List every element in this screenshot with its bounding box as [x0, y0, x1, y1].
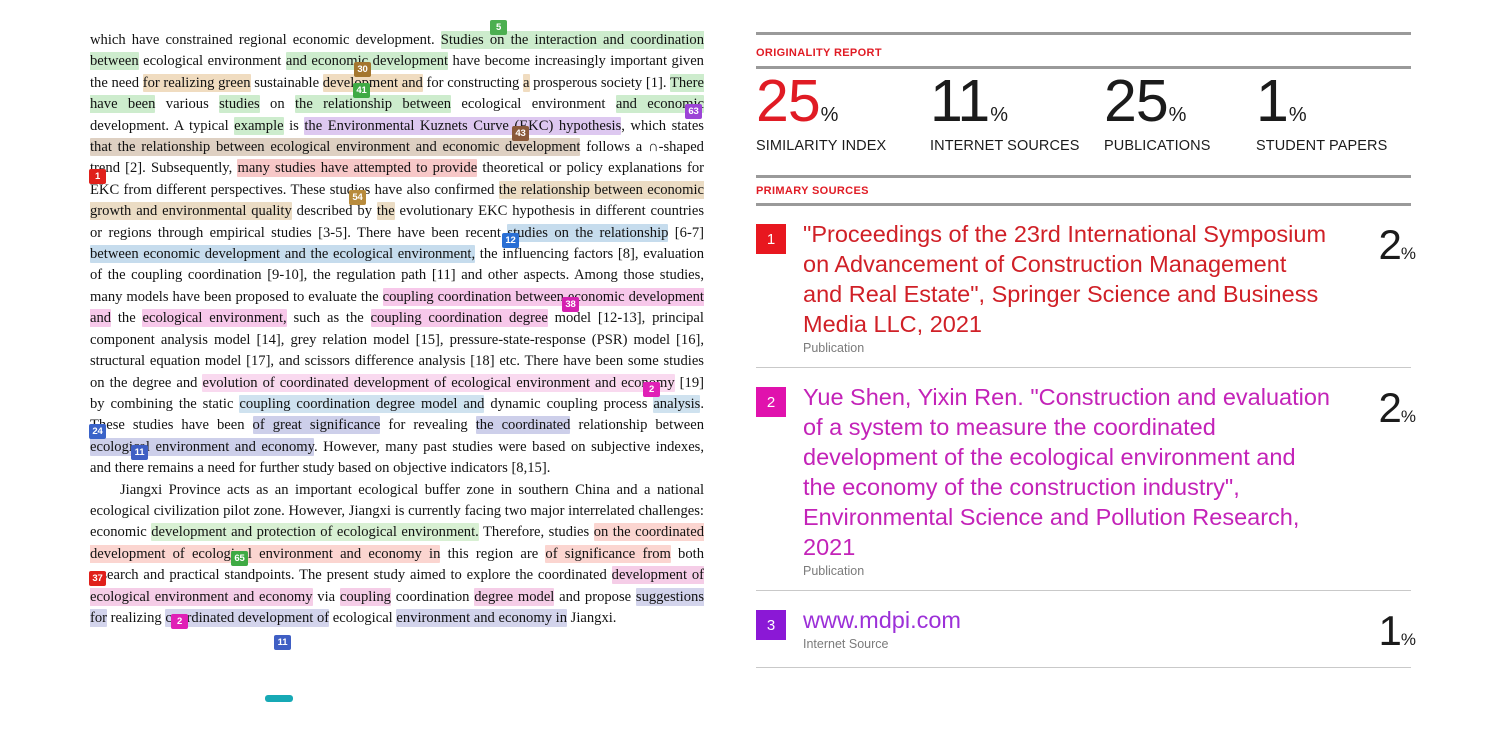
source-marker-badge[interactable]: 37	[89, 571, 106, 586]
highlighted-text[interactable]: coupling coordination degree model and	[239, 394, 485, 413]
source-title-link[interactable]: www.mdpi.com	[803, 605, 1332, 635]
divider-under-originality	[756, 66, 1411, 69]
stat-item: 11% INTERNET SOURCES	[930, 72, 1080, 155]
stat-caption: SIMILARITY INDEX	[756, 138, 887, 154]
highlighted-text[interactable]: between economic development and the eco…	[90, 245, 476, 264]
originality-report-label: ORIGINALITY REPORT	[756, 47, 882, 59]
source-number-badge[interactable]: 1	[756, 224, 786, 254]
highlighted-text[interactable]: coupling	[339, 587, 391, 606]
source-percent-value: 1	[1378, 607, 1402, 654]
source-row[interactable]: 3 www.mdpi.com Internet Source 1%	[756, 591, 1416, 667]
highlighted-text[interactable]: development and	[322, 73, 423, 92]
divider-above-primary	[756, 175, 1411, 178]
source-marker-badge[interactable]: 2	[171, 614, 188, 629]
source-percent: 1%	[1342, 605, 1416, 655]
percent-symbol: %	[990, 104, 1009, 126]
highlighted-text[interactable]: coupling coordination degree	[370, 309, 548, 328]
source-type-label: Publication	[803, 564, 865, 578]
source-marker-badge[interactable]: 54	[349, 190, 366, 205]
teal-highlight-bar	[265, 695, 293, 702]
highlighted-text[interactable]: degree model	[474, 587, 555, 606]
highlighted-text[interactable]: ecological environment,	[142, 309, 287, 328]
source-row[interactable]: 1 "Proceedings of the 23rd International …	[756, 205, 1416, 367]
stat-similarity-index: 25% SIMILARITY INDEX	[756, 72, 887, 155]
source-marker-badge[interactable]: 63	[685, 104, 702, 119]
highlighted-text[interactable]: development and protection of ecological…	[151, 523, 479, 542]
source-details: www.mdpi.com Internet Source	[786, 605, 1342, 651]
stat-value: 1	[1256, 68, 1289, 134]
highlighted-text[interactable]: the Environmental Kuznets Curve (EKC) hy…	[304, 116, 622, 135]
stat-caption: STUDENT PAPERS	[1256, 138, 1388, 154]
source-title-link[interactable]: Yue Shen, Yixin Ren. "Construction and e…	[803, 382, 1332, 562]
stat-item: 1% STUDENT PAPERS	[1256, 72, 1388, 155]
stat-value: 25	[1104, 68, 1169, 134]
document-paragraph: Jiangxi Province acts as an important ec…	[90, 481, 705, 627]
source-marker-badge[interactable]: 24	[89, 424, 106, 439]
highlighted-text[interactable]: the	[376, 202, 395, 221]
source-marker-badge[interactable]: 11	[131, 445, 148, 460]
stat-caption: INTERNET SOURCES	[930, 138, 1080, 154]
highlighted-text[interactable]: studies	[219, 95, 260, 114]
source-percent: 2%	[1342, 382, 1416, 432]
highlighted-text[interactable]: of great significance	[252, 416, 381, 435]
source-type-label: Internet Source	[803, 637, 889, 651]
source-marker-badge[interactable]: 12	[502, 233, 519, 248]
highlighted-text[interactable]: the coordinated	[475, 416, 571, 435]
highlighted-text[interactable]: ecological environment and economy	[90, 437, 314, 456]
stat-value: 25	[756, 68, 821, 134]
highlighted-text[interactable]: for realizing green	[142, 73, 251, 92]
source-marker-badge[interactable]: 43	[512, 126, 529, 141]
primary-sources-label: PRIMARY SOURCES	[756, 185, 869, 197]
highlighted-text[interactable]: coordinated development of	[165, 608, 330, 627]
source-marker-badge[interactable]: 11	[274, 635, 291, 650]
source-marker-badge[interactable]: 41	[353, 83, 370, 98]
highlighted-text[interactable]: development of ecological environment an…	[90, 566, 705, 606]
stat-caption: PUBLICATIONS	[1104, 138, 1211, 154]
percent-symbol: %	[1400, 630, 1416, 649]
source-marker-badge[interactable]: 1	[89, 169, 106, 184]
divider-top	[756, 32, 1411, 35]
source-row[interactable]: 2 Yue Shen, Yixin Ren. "Construction and …	[756, 368, 1416, 590]
highlighted-text[interactable]: the relationship between economic growth…	[90, 180, 704, 221]
source-marker-badge[interactable]: 30	[354, 62, 371, 77]
percent-symbol: %	[1400, 244, 1416, 263]
source-marker-badge[interactable]: 2	[643, 382, 660, 397]
highlighted-text[interactable]: analysis	[653, 394, 701, 413]
percent-symbol: %	[1168, 104, 1187, 126]
percent-symbol: %	[1288, 104, 1307, 126]
source-percent-value: 2	[1378, 221, 1402, 268]
similarity-stats: 25% SIMILARITY INDEX 11% INTERNET SOURCES 25…	[756, 72, 1416, 168]
report-pane: ORIGINALITY REPORT 25% SIMILARITY INDEX 11…	[740, 0, 1485, 736]
percent-symbol: %	[820, 104, 839, 126]
source-percent-value: 2	[1378, 384, 1402, 431]
source-marker-badge[interactable]: 65	[231, 551, 248, 566]
source-number-badge[interactable]: 3	[756, 610, 786, 640]
highlighted-text[interactable]: many studies have attempted to provide	[237, 159, 478, 178]
source-marker-badge[interactable]: 38	[562, 297, 579, 312]
percent-symbol: %	[1400, 407, 1416, 426]
source-divider	[756, 667, 1411, 668]
highlighted-text[interactable]: that the relationship between ecological…	[90, 138, 581, 157]
highlighted-text[interactable]: evolution of coordinated development of …	[202, 373, 675, 392]
source-number-badge[interactable]: 2	[756, 387, 786, 417]
source-details: Yue Shen, Yixin Ren. "Construction and e…	[786, 382, 1342, 578]
source-type-label: Publication	[803, 341, 865, 355]
highlighted-text[interactable]: the relationship between	[294, 95, 452, 114]
highlighted-text[interactable]: environment and economy in	[396, 608, 567, 627]
originality-report-screen: which have constrained regional economic…	[0, 0, 1485, 736]
highlighted-text[interactable]: example	[234, 116, 284, 135]
source-marker-badge[interactable]: 5	[490, 20, 507, 35]
primary-sources-list: 1 "Proceedings of the 23rd International …	[756, 205, 1416, 668]
document-pane[interactable]: which have constrained regional economic…	[0, 0, 740, 736]
stat-value: 11	[930, 68, 990, 134]
document-paragraph: which have constrained regional economic…	[90, 31, 705, 477]
stat-item: 25% PUBLICATIONS	[1104, 72, 1211, 155]
source-title-link[interactable]: "Proceedings of the 23rd International S…	[803, 219, 1332, 339]
highlighted-text[interactable]: of significance from	[545, 544, 671, 563]
source-percent: 2%	[1342, 219, 1416, 269]
highlighted-text[interactable]: a	[523, 73, 530, 92]
source-details: "Proceedings of the 23rd International S…	[786, 219, 1342, 355]
document-text[interactable]: which have constrained regional economic…	[90, 30, 705, 629]
highlighted-text[interactable]: studies on the relationship	[507, 223, 669, 242]
